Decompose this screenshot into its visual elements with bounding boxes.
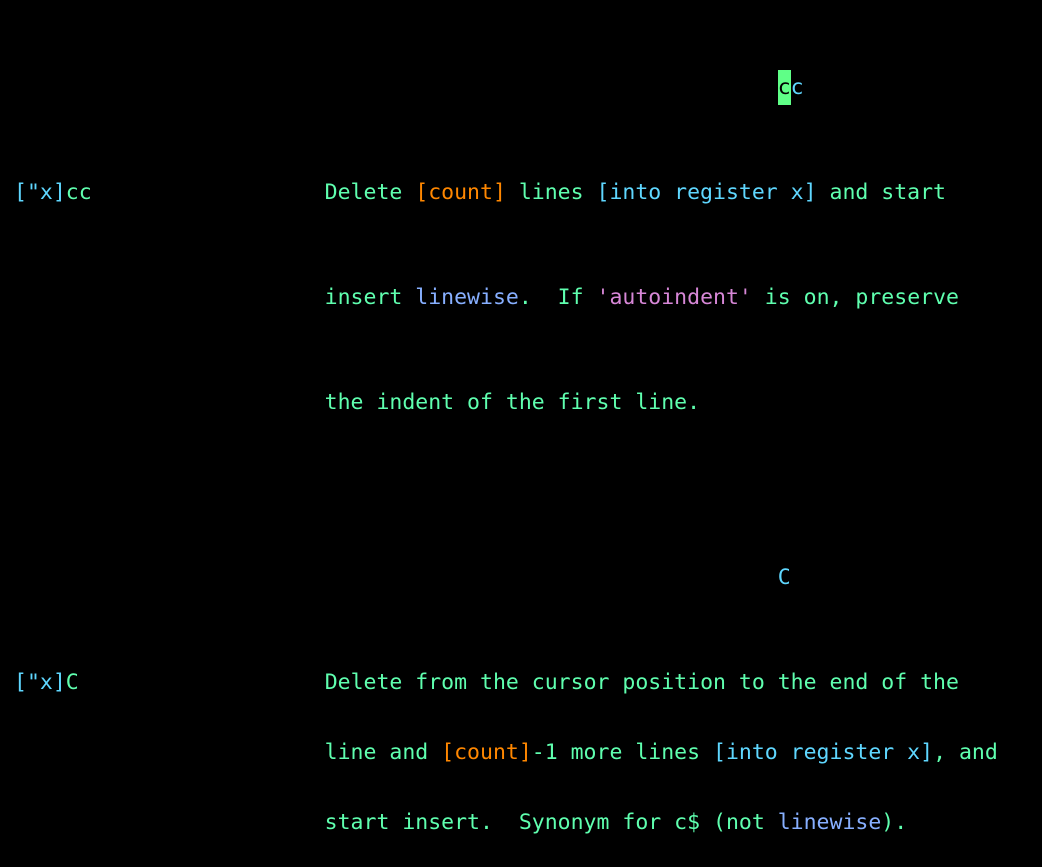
link-linewise[interactable]: linewise xyxy=(415,285,519,310)
txt: -1 more lines xyxy=(532,740,713,765)
link-linewise[interactable]: linewise xyxy=(778,810,882,835)
txt: insert xyxy=(325,285,416,310)
entry-cc-line1: ["x]cc Delete [count] lines [into regist… xyxy=(14,175,1028,210)
cmd-name: C xyxy=(66,670,79,695)
help-tag-cc-rest: c xyxy=(791,75,804,100)
cmd-name: cc xyxy=(66,180,92,205)
entry-C-line1: ["x]C Delete from the cursor position to… xyxy=(14,665,1028,700)
txt: , and xyxy=(933,740,998,765)
txt: the indent of the first line. xyxy=(325,390,700,415)
txt: . If xyxy=(519,285,597,310)
vim-help-terminal[interactable]: cc ["x]cc Delete [count] lines [into reg… xyxy=(0,0,1042,867)
help-tag-C: C xyxy=(778,565,791,590)
txt: Delete xyxy=(325,180,416,205)
help-tag-row-cc: cc xyxy=(14,70,1028,105)
count-arg: [count] xyxy=(441,740,532,765)
help-tag-row-C: C xyxy=(14,560,1028,595)
txt: Delete from the cursor position to the e… xyxy=(325,670,959,695)
entry-cc-line3: the indent of the first line. xyxy=(14,385,1028,420)
cmd-prefix: ["x] xyxy=(14,670,66,695)
txt: ). xyxy=(881,810,907,835)
reg-arg: [into register x] xyxy=(597,180,817,205)
cmd-prefix: ["x] xyxy=(14,180,66,205)
txt: is on, preserve xyxy=(752,285,959,310)
txt: line and xyxy=(325,740,442,765)
entry-cc-line2: insert linewise. If 'autoindent' is on, … xyxy=(14,280,1028,315)
option-autoindent: 'autoindent' xyxy=(597,285,752,310)
blank-row xyxy=(14,455,1028,490)
txt: lines xyxy=(506,180,597,205)
reg-arg: [into register x] xyxy=(713,740,933,765)
cursor: c xyxy=(778,70,791,105)
entry-C-line2: line and [count]-1 more lines [into regi… xyxy=(14,735,1028,770)
count-arg: [count] xyxy=(415,180,506,205)
txt: and start xyxy=(817,180,946,205)
txt: start insert. Synonym for c$ (not xyxy=(325,810,778,835)
entry-C-line3: start insert. Synonym for c$ (not linewi… xyxy=(14,805,1028,840)
